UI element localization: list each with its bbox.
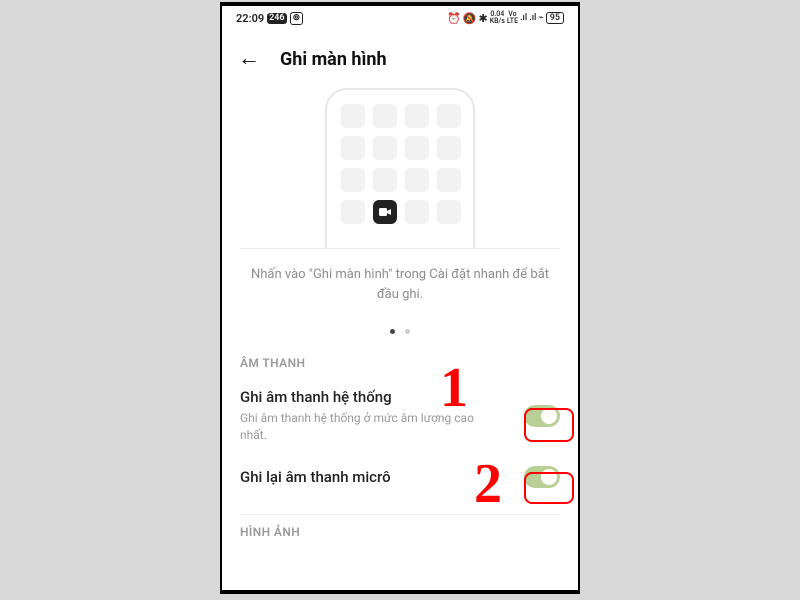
page-title: Ghi màn hình [280,49,387,70]
app-tile [405,200,429,224]
section-label-image: HÌNH ẢNH [222,515,578,547]
battery-indicator: 95 [546,12,564,24]
app-tile [341,168,365,192]
page-header: ← Ghi màn hình [222,28,578,84]
signal-1-icon: .ıl [520,13,527,23]
toggle-mic-sound[interactable] [524,466,560,488]
app-tile [437,168,461,192]
net-speed: 0.04KB/s [490,11,505,25]
page-indicator[interactable] [222,319,578,346]
status-time: 22:09 [236,12,264,25]
record-tile-icon [373,200,397,224]
status-badge-1: 246 [267,13,286,24]
toggle-system-sound[interactable] [524,405,560,427]
app-tile [437,136,461,160]
data-icon: ⌁ [538,13,543,23]
setting-mic-sound[interactable]: Ghi lại âm thanh micrô [222,456,578,500]
setting-desc: Ghi âm thanh hệ thống ở mức âm lượng cao… [240,410,490,444]
app-tile [341,200,365,224]
setting-system-sound[interactable]: Ghi âm thanh hệ thống Ghi âm thanh hệ th… [222,378,578,456]
phone-screen: 22:09 246 ⊚ ⏰ 🔕 ✱ 0.04KB/s Vo LTE .ıl .ı… [220,2,580,594]
alarm-icon: ⏰ [447,12,461,25]
section-label-sound: ÂM THANH [222,346,578,378]
device-outline [325,88,475,248]
app-tile [373,136,397,160]
volte-icon: Vo LTE [507,11,518,25]
status-bar: 22:09 246 ⊚ ⏰ 🔕 ✱ 0.04KB/s Vo LTE .ıl .ı… [222,6,578,28]
app-tile [437,104,461,128]
page-dot-active [390,329,395,334]
app-tile [341,136,365,160]
app-tile [437,200,461,224]
app-tile [405,168,429,192]
setting-title: Ghi lại âm thanh micrô [240,468,510,486]
app-tile [373,104,397,128]
app-tile [341,104,365,128]
illustration [222,84,578,248]
app-tile [405,104,429,128]
back-button[interactable]: ← [238,48,260,70]
page-dot [405,329,410,334]
app-tile [405,136,429,160]
bluetooth-icon: ✱ [478,12,487,25]
status-badge-2: ⊚ [290,12,304,25]
instruction-text: Nhấn vào "Ghi màn hình" trong Cài đặt nh… [222,249,578,319]
signal-2-icon: .ıl [529,13,536,23]
mute-icon: 🔕 [463,12,477,25]
setting-title: Ghi âm thanh hệ thống [240,388,510,406]
app-tile [373,168,397,192]
